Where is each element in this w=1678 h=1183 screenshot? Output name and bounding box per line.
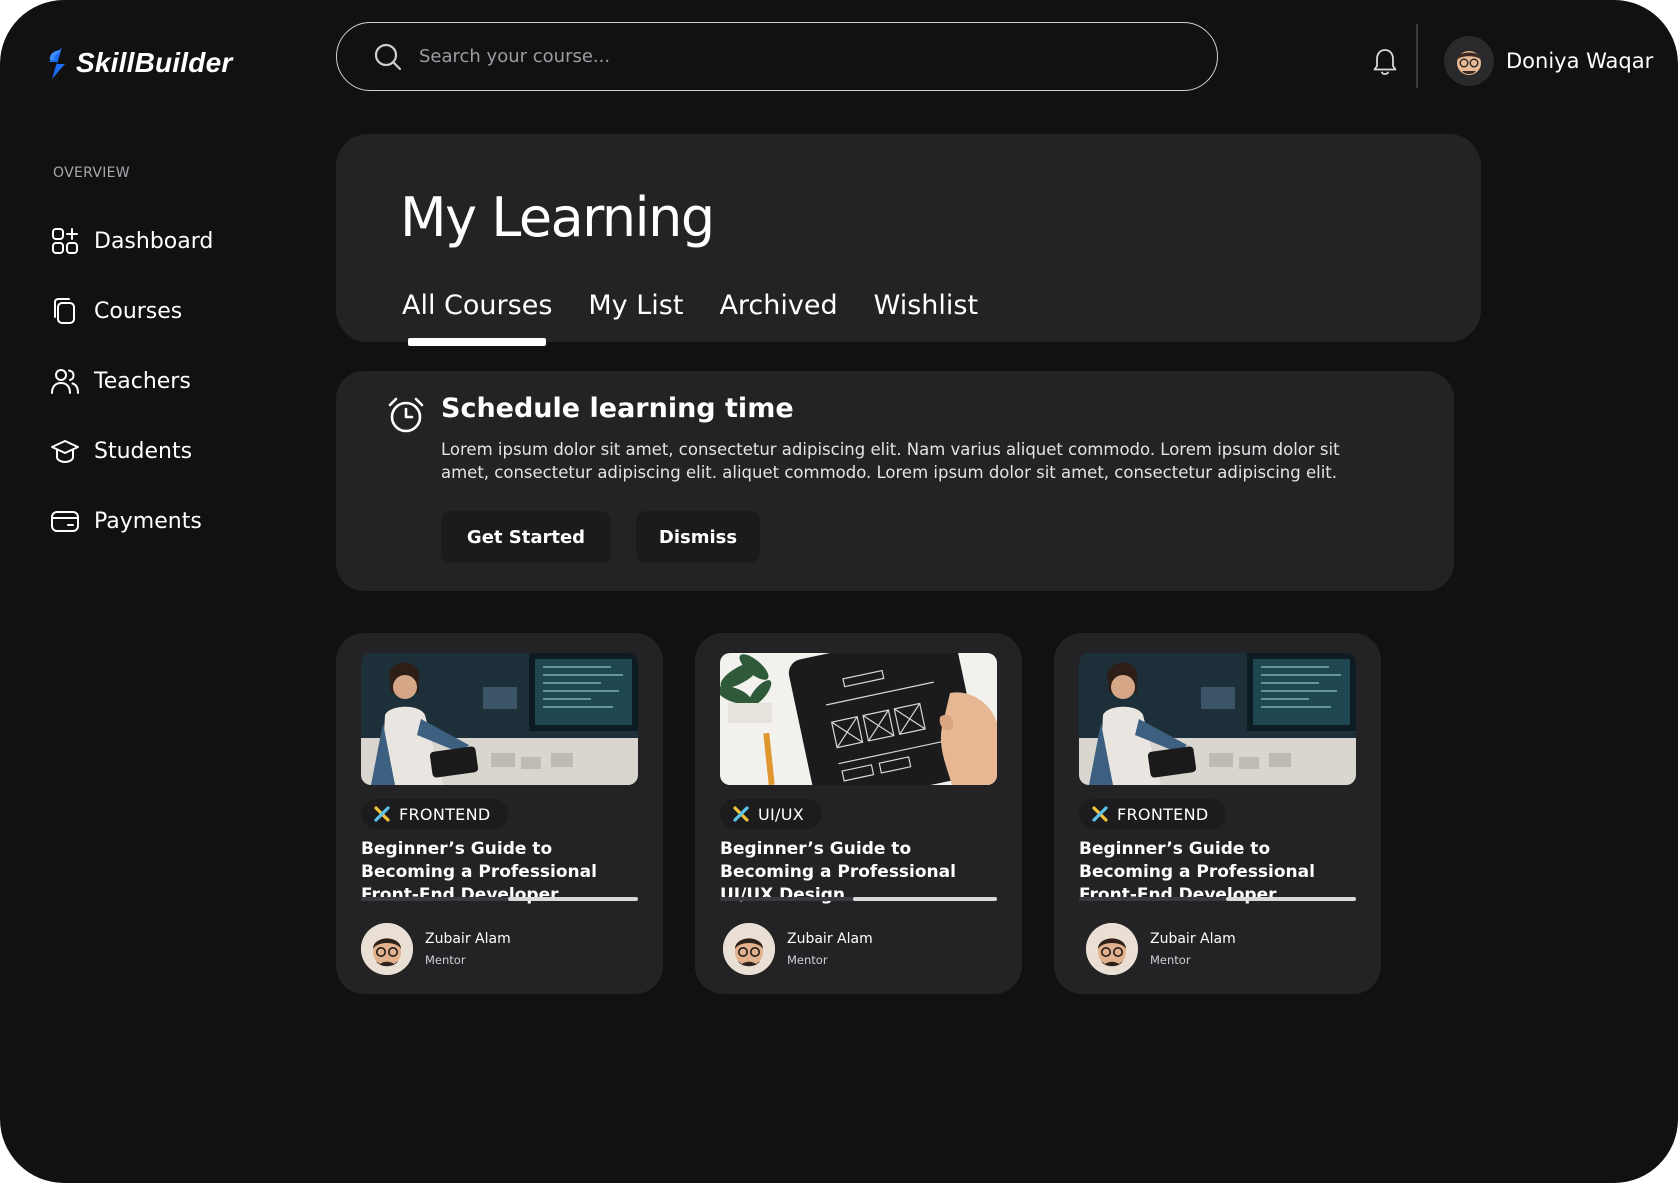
mentor-name: Zubair Alam [425, 931, 511, 947]
course-thumbnail [361, 653, 638, 785]
course-progress-bar [1079, 897, 1356, 901]
mentor-text: Zubair Alam Mentor [1150, 931, 1236, 967]
sidebar-item-students[interactable]: Students [50, 416, 310, 486]
search-bar[interactable] [336, 22, 1218, 91]
course-tag: FRONTEND [361, 799, 509, 829]
search-input[interactable] [419, 46, 1179, 67]
payments-icon [51, 511, 79, 532]
sidebar-item-label: Students [94, 438, 193, 464]
mentor-memoji-icon [361, 923, 413, 975]
mentor-avatar [361, 923, 413, 975]
sidebar-item-label: Dashboard [94, 228, 214, 254]
tab-my-list[interactable]: My List [588, 290, 683, 335]
developer-desk-image-icon [1079, 653, 1356, 785]
my-learning-header: My Learning All Courses My List Archived… [336, 134, 1481, 346]
category-x-icon [1092, 806, 1108, 822]
course-tag-label: FRONTEND [1117, 804, 1209, 824]
mentor-memoji-icon [723, 923, 775, 975]
mentor-memoji-icon [1086, 923, 1138, 975]
mentor-info: Zubair Alam Mentor [723, 923, 873, 975]
mentor-info: Zubair Alam Mentor [361, 923, 511, 975]
course-progress-fill [1225, 897, 1356, 901]
bell-icon[interactable] [1372, 47, 1398, 77]
schedule-learning-card: Schedule learning time Lorem ipsum dolor… [336, 371, 1454, 591]
courses-icon [54, 298, 75, 324]
course-card[interactable]: FRONTEND Beginner’s Guide to Becoming a … [1054, 633, 1381, 994]
sidebar-section-label: OVERVIEW [53, 165, 130, 181]
tab-all-courses[interactable]: All Courses [402, 290, 552, 346]
avatar [1444, 36, 1494, 86]
tab-archived[interactable]: Archived [719, 290, 837, 335]
course-progress-bar [720, 897, 997, 901]
category-x-icon [733, 806, 749, 822]
sidebar-nav: Dashboard Courses Teachers Students Paym… [50, 206, 310, 556]
mentor-info: Zubair Alam Mentor [1086, 923, 1236, 975]
app-window: SkillBuilder Doniya Waqar OVERVIEW [0, 0, 1678, 1183]
mentor-role: Mentor [425, 953, 466, 967]
teachers-icon [51, 369, 79, 394]
user-menu[interactable]: Doniya Waqar [1444, 36, 1653, 86]
mentor-name: Zubair Alam [1150, 931, 1236, 947]
course-thumbnail [720, 653, 997, 785]
sidebar-item-label: Courses [94, 298, 183, 324]
schedule-title: Schedule learning time [441, 393, 794, 424]
dismiss-button[interactable]: Dismiss [636, 511, 760, 563]
tablet-wireframe-image-icon [720, 653, 997, 785]
get-started-button[interactable]: Get Started [441, 511, 611, 563]
course-tag-label: UI/UX [758, 804, 804, 824]
logo-icon [49, 47, 65, 79]
course-tag: UI/UX [720, 799, 822, 829]
course-card[interactable]: UI/UX Beginner’s Guide to Becoming a Pro… [695, 633, 1022, 994]
mentor-text: Zubair Alam Mentor [787, 931, 873, 967]
topbar-divider [1416, 24, 1418, 88]
memoji-avatar-icon [1457, 51, 1481, 75]
course-thumbnail [1079, 653, 1356, 785]
course-tabs: All Courses My List Archived Wishlist [402, 290, 1014, 346]
mentor-avatar [1086, 923, 1138, 975]
logo[interactable]: SkillBuilder [44, 46, 232, 80]
category-x-icon [374, 806, 390, 822]
mentor-avatar [723, 923, 775, 975]
developer-desk-image-icon [361, 653, 638, 785]
sidebar-item-teachers[interactable]: Teachers [50, 346, 310, 416]
course-progress-fill [507, 897, 638, 901]
alarm-clock-icon [388, 397, 424, 433]
sidebar-item-label: Payments [94, 508, 202, 534]
user-name: Doniya Waqar [1506, 49, 1654, 73]
page-title: My Learning [400, 186, 715, 249]
schedule-description: Lorem ipsum dolor sit amet, consectetur … [441, 440, 1340, 482]
course-tag-label: FRONTEND [399, 804, 491, 824]
course-card[interactable]: FRONTEND Beginner’s Guide to Becoming a … [336, 633, 663, 994]
mentor-role: Mentor [787, 953, 828, 967]
course-tag: FRONTEND [1079, 799, 1227, 829]
students-icon [51, 440, 79, 464]
course-progress-bar [361, 897, 638, 901]
sidebar-item-dashboard[interactable]: Dashboard [50, 206, 310, 276]
dashboard-icon [52, 228, 78, 254]
sidebar-item-courses[interactable]: Courses [50, 276, 310, 346]
mentor-text: Zubair Alam Mentor [425, 931, 511, 967]
sidebar-item-label: Teachers [94, 368, 191, 394]
course-progress-fill [852, 897, 997, 901]
mentor-name: Zubair Alam [787, 931, 873, 947]
tab-wishlist[interactable]: Wishlist [874, 290, 978, 335]
search-icon [374, 43, 402, 70]
app-name: SkillBuilder [76, 47, 233, 78]
mentor-role: Mentor [1150, 953, 1191, 967]
sidebar-item-payments[interactable]: Payments [50, 486, 310, 556]
